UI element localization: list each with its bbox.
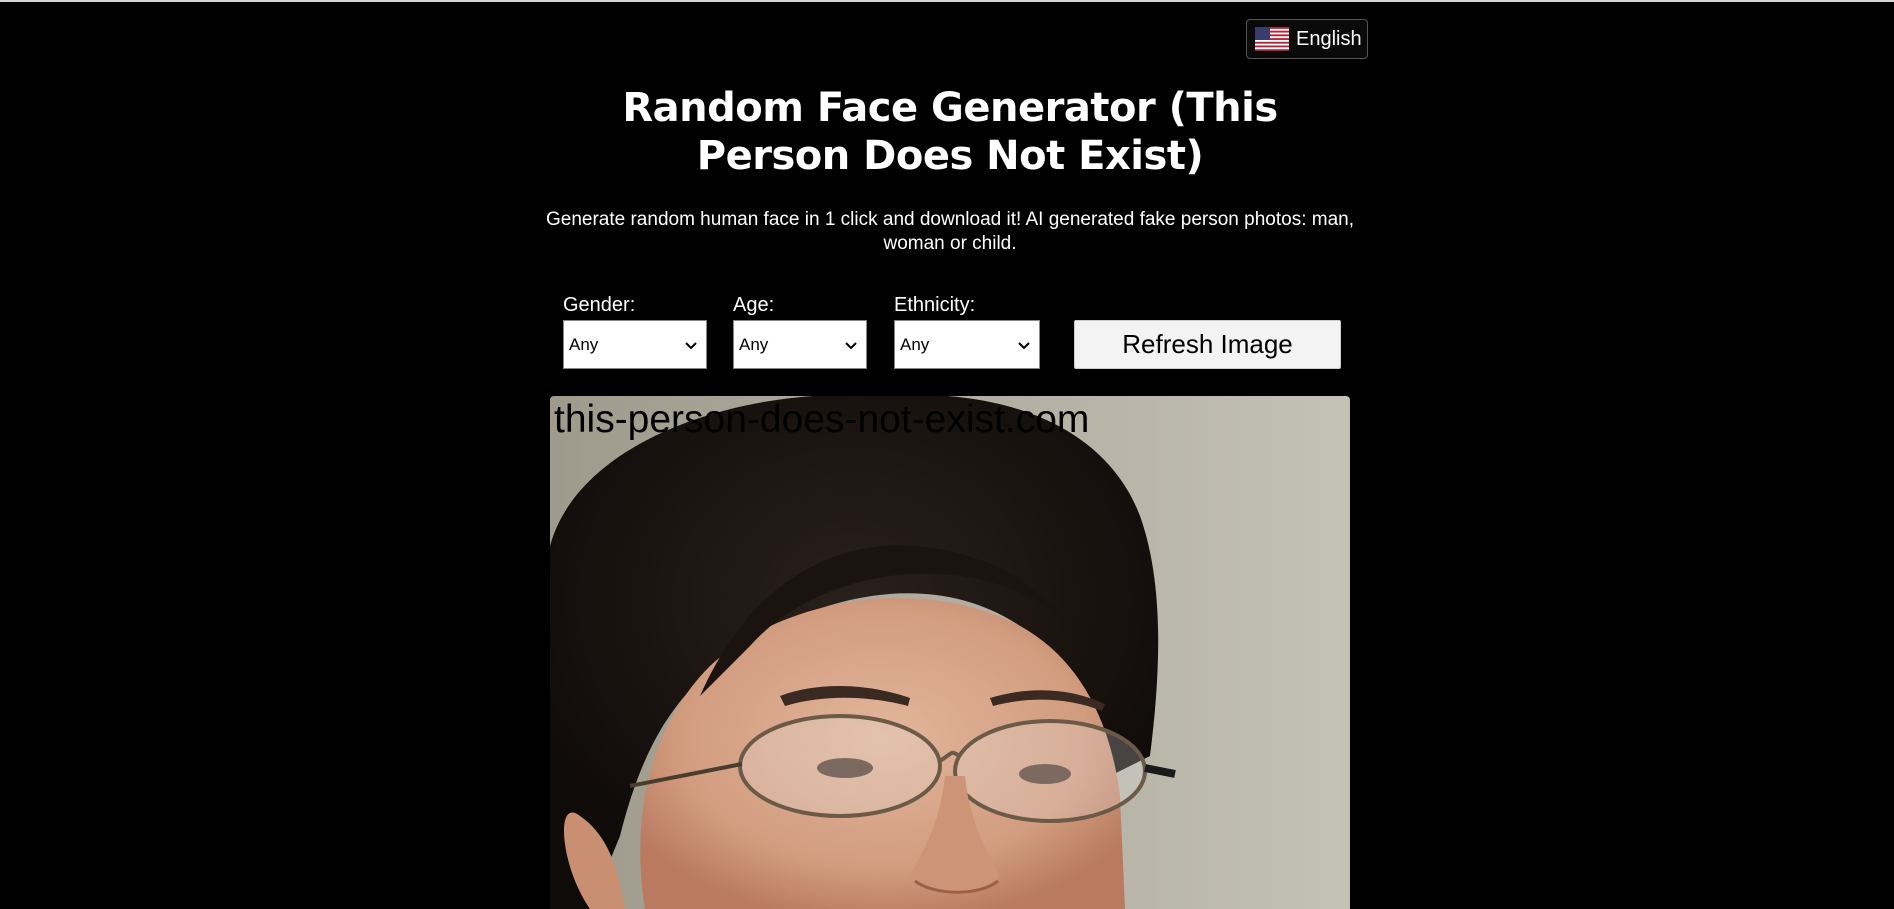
chevron-down-icon — [1018, 341, 1030, 349]
generated-face-image: this-person-does-not-exist.com — [550, 396, 1350, 909]
ethnicity-label: Ethnicity: — [894, 294, 976, 316]
us-flag-icon — [1255, 27, 1289, 51]
image-watermark: this-person-does-not-exist.com — [554, 398, 1090, 441]
ethnicity-select-value: Any — [900, 334, 930, 354]
age-select[interactable]: Any — [733, 320, 867, 369]
chevron-down-icon — [685, 341, 697, 349]
chevron-down-icon — [845, 341, 857, 349]
page-subtitle: Generate random human face in 1 click an… — [545, 209, 1354, 254]
ethnicity-select[interactable]: Any — [894, 320, 1040, 369]
face-illustration — [550, 396, 1350, 909]
age-select-value: Any — [739, 334, 769, 354]
language-selector[interactable]: English — [1246, 19, 1368, 59]
gender-select-value: Any — [569, 334, 599, 354]
refresh-image-button[interactable]: Refresh Image — [1074, 320, 1341, 369]
top-border — [0, 0, 1894, 2]
gender-select[interactable]: Any — [563, 320, 707, 369]
language-label: English — [1296, 27, 1362, 50]
age-label: Age: — [733, 294, 775, 316]
page-title: Random Face Generator (This Person Does … — [622, 85, 1278, 179]
gender-label: Gender: — [563, 294, 636, 316]
